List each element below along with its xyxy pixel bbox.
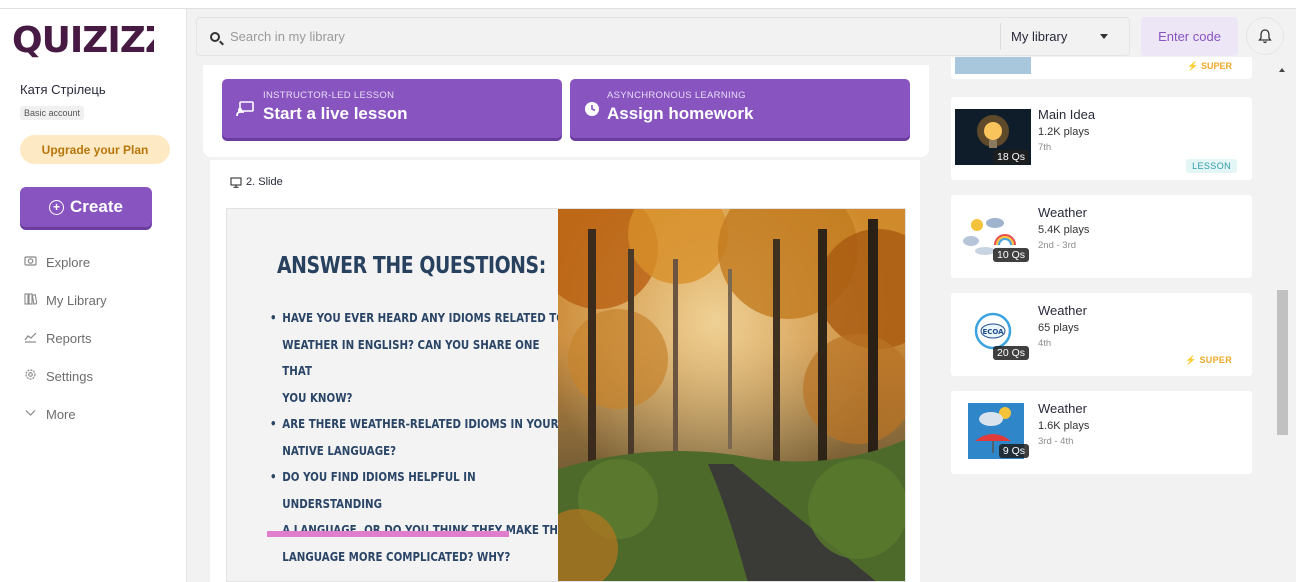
quiz-plays: 1.6K plays [1038,420,1090,432]
quiz-grade: 3rd - 4th [1038,436,1074,447]
quiz-grade: 2nd - 3rd [1038,240,1077,251]
upgrade-plan-button[interactable]: Upgrade your Plan [20,135,170,164]
slide-bullet: HAVE YOU EVER HEARD ANY IDIOMS RELATED T… [270,305,565,411]
search-bar[interactable] [196,17,1130,56]
scrollbar-thumb[interactable] [1277,290,1288,435]
bell-icon [1258,29,1272,44]
live-lesson-caption: INSTRUCTOR-LED LESSON [263,90,395,101]
slide-title: ANSWER THE QUESTIONS: [277,253,546,279]
svg-text:ECOA: ECOA [982,328,1004,336]
live-lesson-label: Start a live lesson [263,104,408,123]
presentation-icon [236,101,254,122]
quiz-thumbnail: ECOA 20 Qs [955,305,1031,361]
notifications-button[interactable] [1246,17,1284,55]
sidebar-item-reports[interactable]: Reports [24,319,107,357]
sidebar-item-settings[interactable]: Settings [24,357,107,395]
super-tag: ⚡ SUPER [1187,61,1232,71]
slide-number-label: 2. Slide [230,176,283,188]
sidebar: QUIZIZZ Катя Стрілець Basic account Upgr… [0,9,187,582]
quiz-card[interactable]: 9 Qs Weather 1.6K plays 3rd - 4th [951,391,1252,474]
question-count-badge: 10 Qs [992,248,1029,262]
enter-code-button[interactable]: Enter code [1141,17,1238,56]
quiz-thumbnail: 9 Qs [955,403,1031,459]
library-icon [24,292,38,308]
quiz-plays: 5.4K plays [1038,224,1090,236]
question-count-badge: 18 Qs [992,150,1029,164]
account-type-badge: Basic account [20,106,85,120]
create-label: Create [70,197,123,216]
chevron-down-icon [24,406,37,422]
clock-icon [584,101,600,122]
quiz-card[interactable]: ECOA 20 Qs Weather 65 plays 4th ⚡ SUPER [951,293,1252,376]
lesson-tag: LESSON [1186,159,1237,173]
quizizz-logo[interactable]: QUIZIZZ [12,20,171,70]
caret-down-icon [1100,34,1108,39]
quiz-thumbnail: 18 Qs [955,109,1031,165]
user-name: Катя Стрілець [20,82,106,97]
sidebar-item-label: Settings [46,368,93,384]
sidebar-item-label: My Library [46,292,107,308]
quiz-thumbnail [955,57,1031,74]
quiz-card-partial[interactable]: ⚡ SUPER [951,57,1252,79]
create-button[interactable]: + Create [20,187,152,227]
sidebar-item-my-library[interactable]: My Library [24,281,107,319]
sidebar-item-explore[interactable]: Explore [24,243,107,281]
reports-icon [24,330,37,346]
window-top-edge [0,0,1296,9]
decorative-underline [267,531,509,537]
question-count-badge: 9 Qs [998,444,1029,458]
sidebar-item-label: More [46,406,76,422]
quiz-title: Weather [1038,303,1087,318]
search-input[interactable] [230,29,990,44]
svg-text:QUIZIZZ: QUIZIZZ [12,21,154,61]
homework-caption: ASYNCHRONOUS LEARNING [607,90,746,101]
sidebar-item-label: Explore [46,254,91,270]
slide-text-panel: ANSWER THE QUESTIONS: HAVE YOU EVER HEAR… [227,209,565,581]
super-tag: ⚡ SUPER [1185,355,1232,365]
start-live-lesson-button[interactable]: INSTRUCTOR-LED LESSON Start a live lesso… [222,79,562,138]
quiz-thumbnail: 10 Qs [955,207,1031,263]
slide-label-text: 2. Slide [246,176,283,188]
quiz-title: Main Idea [1038,107,1096,122]
homework-label: Assign homework [607,104,754,123]
autumn-forest-photo [558,209,905,581]
search-icon [210,31,220,42]
quiz-grade: 7th [1038,142,1052,153]
quiz-card[interactable]: 18 Qs Main Idea 1.2K plays 7th LESSON [951,97,1252,180]
question-count-badge: 20 Qs [992,346,1029,360]
sidebar-nav: Explore My Library Reports Settings More [24,243,107,433]
quiz-title: Weather [1038,401,1087,416]
quiz-card[interactable]: 10 Qs Weather 5.4K plays 2nd - 3rd [951,195,1252,278]
quiz-grade: 4th [1038,338,1052,349]
quiz-plays: 65 plays [1038,322,1079,334]
slide-preview: ANSWER THE QUESTIONS: HAVE YOU EVER HEAR… [226,208,906,582]
library-scope-value: My library [1011,29,1068,44]
slide-bullet: DO YOU FIND IDIOMS HELPFUL IN UNDERSTAND… [270,464,565,570]
slide-icon [230,176,242,188]
explore-icon [24,254,37,270]
scroll-up-arrow[interactable] [1279,68,1285,72]
quiz-title: Weather [1038,205,1087,220]
gear-icon [24,368,37,384]
quiz-plays: 1.2K plays [1038,126,1090,138]
sidebar-item-label: Reports [46,330,92,346]
assign-homework-button[interactable]: ASYNCHRONOUS LEARNING Assign homework [570,79,910,138]
library-scope-select[interactable]: My library [1000,23,1122,50]
logo-wordmark: QUIZIZZ [12,20,171,61]
sidebar-item-more[interactable]: More [24,395,107,433]
slide-bullet: ARE THERE WEATHER-RELATED IDIOMS IN YOUR… [270,411,565,464]
plus-circle-icon: + [49,199,65,215]
